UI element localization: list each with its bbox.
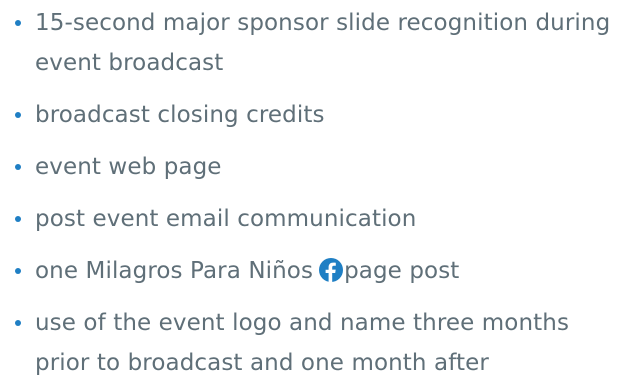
bullet-icon	[15, 20, 21, 26]
facebook-icon	[319, 255, 344, 282]
list-item-text: post event email communication	[35, 206, 417, 232]
list-item-text: use of the event logo and name three mon…	[35, 310, 570, 376]
bullet-icon	[15, 268, 21, 274]
list-item: event web page	[12, 147, 617, 187]
list-item-text: 15-second major sponsor slide recognitio…	[35, 10, 611, 76]
bullet-icon	[15, 320, 21, 326]
sponsor-benefits-list: 15-second major sponsor slide recognitio…	[12, 3, 617, 383]
bullet-icon	[15, 216, 21, 222]
list-item-text: broadcast closing credits	[35, 102, 325, 128]
list-item: use of the event logo and name three mon…	[12, 303, 617, 383]
list-item: broadcast closing credits	[12, 95, 617, 135]
list-item: one Milagros Para Niños page post	[12, 251, 617, 291]
bullet-icon	[15, 112, 21, 118]
list-item: 15-second major sponsor slide recognitio…	[12, 3, 617, 83]
bullet-icon	[15, 164, 21, 170]
list-item-text: event web page	[35, 154, 222, 180]
list-item-text-before: one Milagros Para Niños	[35, 258, 314, 284]
list-item-text-after: page post	[344, 258, 460, 284]
list-item: post event email communication	[12, 199, 617, 239]
